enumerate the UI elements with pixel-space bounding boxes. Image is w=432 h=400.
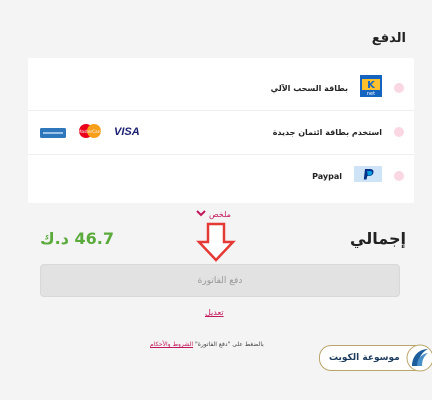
summary-link[interactable]: ملخص <box>196 210 231 219</box>
radio-credit-card[interactable] <box>394 127 404 137</box>
summary-label: ملخص <box>209 210 231 219</box>
edit-link[interactable]: تعديل <box>205 308 224 317</box>
payment-methods-card: K net بطاقة السحب الآلي استخدم بطاقة ائت… <box>28 58 414 203</box>
mastercard-logo-icon: MasterCard <box>76 123 104 142</box>
terms-link[interactable]: الشروط والأحكام <box>150 341 193 348</box>
pay-invoice-button[interactable]: دفع الفاتورة <box>40 264 400 297</box>
payment-option-label: بطاقة السحب الآلي <box>270 83 348 93</box>
watermark-text: موسوعة الكويت <box>329 353 400 363</box>
mastercard-text: MasterCard <box>78 128 102 133</box>
svg-text:net: net <box>367 91 375 97</box>
card-logos: MasterCard VISA <box>40 123 140 142</box>
payment-option-label: Paypal <box>312 171 342 181</box>
knet-logo-icon: K net <box>360 75 382 101</box>
payment-option-paypal[interactable]: Paypal <box>28 154 414 198</box>
radio-paypal[interactable] <box>394 171 404 181</box>
payment-option-label: استخدم بطاقة ائتمان جديدة <box>272 127 382 137</box>
total-label: إجمالي <box>350 229 406 248</box>
logo-icon <box>406 344 432 375</box>
down-arrow-icon <box>196 222 236 266</box>
radio-knet[interactable] <box>394 83 404 93</box>
svg-text:K: K <box>367 80 376 91</box>
payment-option-knet[interactable]: K net بطاقة السحب الآلي <box>28 66 414 111</box>
amex-logo-icon <box>40 123 66 142</box>
pay-invoice-label: دفع الفاتورة <box>197 275 243 286</box>
visa-logo-icon: VISA <box>114 126 140 138</box>
terms-notice: بالضغط على "دفع الفاتورة" الشروط والأحكا… <box>150 341 264 348</box>
paypal-logo-icon <box>354 166 382 186</box>
page-title: الدفع <box>371 31 406 46</box>
total-amount: 46.7 د.ك <box>40 229 115 248</box>
payment-option-credit-card[interactable]: استخدم بطاقة ائتمان جديدة MasterCard VIS… <box>28 110 414 155</box>
watermark-badge: موسوعة الكويت <box>319 344 432 372</box>
chevron-down-icon <box>196 210 206 219</box>
terms-prefix: بالضغط على "دفع الفاتورة" <box>195 341 264 348</box>
